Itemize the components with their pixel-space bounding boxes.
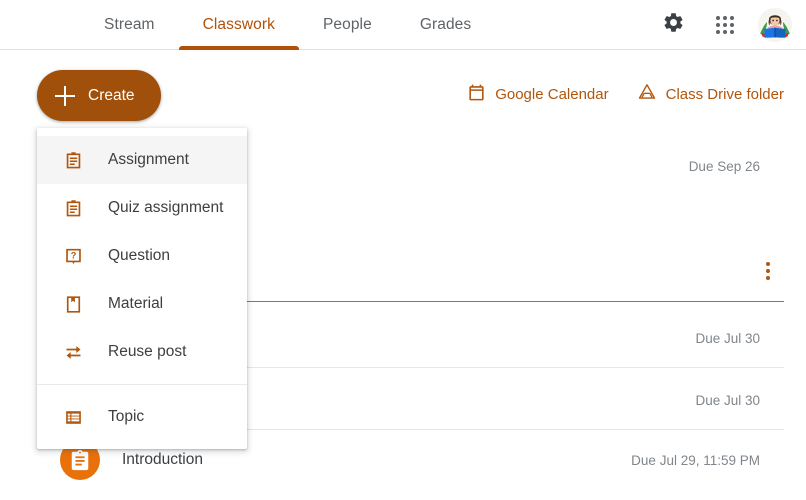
menu-item-question[interactable]: ? Question xyxy=(37,232,247,280)
assignment-icon xyxy=(71,449,89,471)
due-date: Due Jul 30 xyxy=(695,392,760,408)
menu-item-reuse-post-label: Reuse post xyxy=(108,343,187,360)
google-apps-button[interactable] xyxy=(706,6,744,44)
tab-stream[interactable]: Stream xyxy=(80,0,179,50)
question-clipboard-icon: ? xyxy=(61,244,85,268)
classroom-page: Stream Classwork People Grades Create Go… xyxy=(0,0,806,500)
class-drive-folder-label: Class Drive folder xyxy=(665,85,784,103)
material-bookmark-icon xyxy=(61,292,85,316)
class-drive-folder-link[interactable]: Class Drive folder xyxy=(637,82,784,106)
quiz-clipboard-icon xyxy=(61,196,85,220)
calendar-icon xyxy=(467,83,486,106)
menu-item-topic[interactable]: Topic xyxy=(37,393,247,441)
menu-item-reuse-post[interactable]: Reuse post xyxy=(37,328,247,376)
active-tab-indicator xyxy=(178,46,299,50)
menu-item-quiz-assignment-label: Quiz assignment xyxy=(108,199,224,216)
tab-classwork-label: Classwork xyxy=(202,16,275,33)
tab-grades-label: Grades xyxy=(419,16,472,33)
tab-grades[interactable]: Grades xyxy=(396,0,495,50)
menu-item-material-label: Material xyxy=(108,295,164,312)
google-calendar-link[interactable]: Google Calendar xyxy=(467,83,609,106)
menu-item-quiz-assignment[interactable]: Quiz assignment xyxy=(37,184,247,232)
top-navigation-bar: Stream Classwork People Grades xyxy=(0,0,806,50)
user-avatar-reading-book-icon xyxy=(758,8,792,42)
list-item-title: Introduction xyxy=(122,451,203,468)
tab-people-label: People xyxy=(322,16,372,33)
avatar[interactable] xyxy=(758,8,792,42)
create-dropdown-menu: Assignment Quiz assignment ? Question Ma… xyxy=(37,128,247,449)
more-vert-dot xyxy=(766,262,770,266)
menu-item-assignment[interactable]: Assignment xyxy=(37,136,247,184)
menu-item-material[interactable]: Material xyxy=(37,280,247,328)
tab-bar: Stream Classwork People Grades xyxy=(80,0,495,50)
header-links: Google Calendar Class Drive folder xyxy=(467,82,784,106)
topic-list-icon xyxy=(61,405,85,429)
menu-item-assignment-label: Assignment xyxy=(108,151,189,168)
create-button-label: Create xyxy=(88,86,135,104)
due-date: Due Jul 29, 11:59 PM xyxy=(631,452,760,468)
due-date: Due Sep 26 xyxy=(688,158,760,174)
due-date: Due Jul 30 xyxy=(695,330,760,346)
menu-item-question-label: Question xyxy=(108,247,171,264)
drive-folder-icon xyxy=(637,82,657,106)
apps-grid-icon xyxy=(716,16,734,34)
topbar-actions xyxy=(654,0,792,50)
google-calendar-label: Google Calendar xyxy=(495,85,609,103)
tab-classwork[interactable]: Classwork xyxy=(178,0,299,50)
menu-divider xyxy=(37,384,247,385)
more-options-button[interactable] xyxy=(766,262,770,280)
reuse-repeat-icon xyxy=(61,340,85,364)
plus-icon xyxy=(55,85,75,106)
tab-stream-label: Stream xyxy=(104,16,155,33)
menu-bottom-padding xyxy=(37,441,247,449)
settings-button[interactable] xyxy=(654,6,692,44)
create-button[interactable]: Create xyxy=(37,70,161,121)
more-vert-dot xyxy=(766,269,770,273)
menu-item-topic-label: Topic xyxy=(108,408,145,425)
more-vert-dot xyxy=(766,276,770,280)
tab-people[interactable]: People xyxy=(299,0,396,50)
svg-text:?: ? xyxy=(70,250,76,260)
gear-icon xyxy=(662,11,685,39)
assignment-clipboard-icon xyxy=(61,148,85,172)
